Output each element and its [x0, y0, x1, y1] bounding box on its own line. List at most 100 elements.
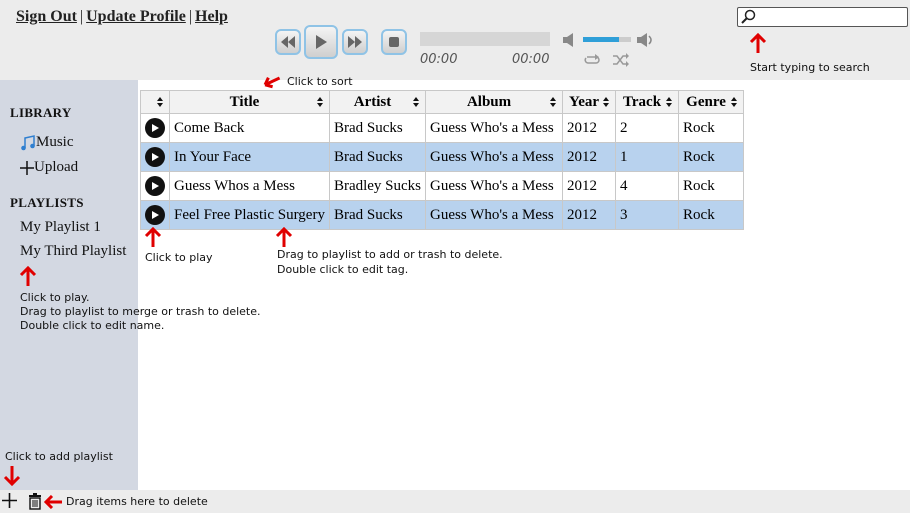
cell-year: 2012	[562, 142, 617, 172]
cell-track: 4	[615, 171, 680, 201]
seek-bar[interactable]	[420, 32, 550, 46]
sort-icon	[550, 97, 557, 107]
cell-track: 3	[615, 200, 680, 230]
play-circle-icon[interactable]	[145, 205, 165, 225]
volume-slider[interactable]	[583, 37, 631, 42]
sort-icon	[316, 97, 323, 107]
arrow-up-icon	[19, 265, 37, 286]
cell-year: 2012	[562, 200, 617, 230]
play-circle-icon[interactable]	[145, 118, 165, 138]
sort-icon	[157, 97, 163, 107]
search-hint: Start typing to search	[750, 61, 870, 74]
play-cell[interactable]	[140, 142, 170, 172]
drag-track-hint: Drag to playlist to add or trash to dele…	[277, 248, 503, 261]
plus-icon	[20, 160, 34, 175]
play-cell[interactable]	[140, 171, 170, 201]
playlist-item[interactable]: My Playlist 1	[20, 219, 101, 236]
cell-track: 2	[615, 113, 680, 143]
sort-icon	[666, 97, 673, 107]
column-header-album[interactable]: Album	[425, 90, 564, 114]
cell-genre: Rock	[678, 171, 745, 201]
cell-title: Guess Whos a Mess	[169, 171, 330, 201]
table-header-row: Title Artist Album Year Track Genre	[140, 90, 745, 114]
arrow-up-icon	[144, 226, 162, 247]
cell-album: Guess Who's a Mess	[425, 200, 564, 230]
column-header-title[interactable]: Title	[169, 90, 330, 114]
sidebar-item-label: Upload	[34, 159, 79, 175]
cell-title: Come Back	[169, 113, 330, 143]
track-table: Title Artist Album Year Track Genre Come…	[140, 90, 745, 230]
cell-genre: Rock	[678, 113, 745, 143]
add-playlist-hint: Click to add playlist	[5, 450, 113, 463]
play-icon	[316, 35, 327, 49]
sidebar-item-music[interactable]: Music	[20, 134, 74, 151]
music-note-icon	[21, 134, 35, 150]
add-playlist-icon[interactable]	[2, 493, 17, 508]
play-circle-icon[interactable]	[145, 176, 165, 196]
top-bar: Sign Out | Update Profile | Help 00:00 00:00…	[0, 0, 910, 80]
sidebar-item-label: Music	[36, 134, 74, 150]
table-row[interactable]: Feel Free Plastic Surgery Brad Sucks Gue…	[140, 200, 745, 230]
playlist-item[interactable]: My Third Playlist	[20, 243, 126, 260]
cell-album: Guess Who's a Mess	[425, 171, 564, 201]
playlist-hint: Double click to edit name.	[20, 319, 165, 332]
next-button[interactable]	[342, 29, 368, 55]
trash-icon[interactable]	[28, 493, 42, 510]
column-header-track[interactable]: Track	[615, 90, 680, 114]
playlists-heading: PLAYLISTS	[10, 195, 84, 210]
mute-icon[interactable]	[562, 33, 576, 47]
top-nav: Sign Out | Update Profile | Help	[16, 8, 228, 26]
play-button[interactable]	[304, 25, 338, 59]
magnifier-icon	[741, 9, 756, 24]
repeat-icon[interactable]	[583, 53, 601, 67]
search-box[interactable]	[737, 7, 908, 27]
sort-icon	[413, 97, 420, 107]
volume-max-icon[interactable]	[636, 33, 656, 47]
fast-forward-icon	[348, 36, 362, 48]
help-link[interactable]: Help	[195, 8, 228, 25]
cell-title: Feel Free Plastic Surgery	[169, 200, 330, 230]
table-row[interactable]: In Your Face Brad Sucks Guess Who's a Me…	[140, 142, 745, 172]
cell-year: 2012	[562, 113, 617, 143]
bottom-bar: Drag items here to delete	[0, 490, 910, 513]
cell-genre: Rock	[678, 142, 745, 172]
column-header-year[interactable]: Year	[562, 90, 617, 114]
cell-track: 1	[615, 142, 680, 172]
stop-icon	[389, 37, 399, 47]
table-row[interactable]: Come Back Brad Sucks Guess Who's a Mess …	[140, 113, 745, 143]
sidebar-item-upload[interactable]: Upload	[20, 159, 78, 176]
cell-year: 2012	[562, 171, 617, 201]
previous-button[interactable]	[275, 29, 301, 55]
cell-album: Guess Who's a Mess	[425, 142, 564, 172]
sort-hint: Click to sort	[287, 75, 353, 88]
duration-time: 00:00	[512, 52, 550, 67]
rewind-icon	[281, 36, 295, 48]
nav-separator: |	[188, 8, 193, 25]
cell-artist: Brad Sucks	[328, 200, 427, 230]
arrow-left-icon	[43, 495, 62, 509]
arrow-down-icon	[3, 466, 21, 487]
column-header-genre[interactable]: Genre	[678, 90, 745, 114]
search-input[interactable]	[756, 9, 908, 27]
elapsed-time: 00:00	[420, 52, 458, 67]
update-profile-link[interactable]: Update Profile	[86, 8, 186, 25]
column-header-artist[interactable]: Artist	[328, 90, 427, 114]
table-row[interactable]: Guess Whos a Mess Bradley Sucks Guess Wh…	[140, 171, 745, 201]
stop-button[interactable]	[381, 29, 407, 55]
play-cell[interactable]	[140, 113, 170, 143]
column-header-play[interactable]	[140, 90, 170, 114]
cell-genre: Rock	[678, 200, 745, 230]
nav-separator: |	[79, 8, 84, 25]
play-circle-icon[interactable]	[145, 147, 165, 167]
sort-icon	[731, 97, 738, 107]
cell-title: In Your Face	[169, 142, 330, 172]
sign-out-link[interactable]: Sign Out	[16, 8, 77, 25]
cell-artist: Brad Sucks	[328, 113, 427, 143]
shuffle-icon[interactable]	[612, 53, 630, 67]
cell-artist: Brad Sucks	[328, 142, 427, 172]
play-hint: Click to play	[145, 251, 213, 264]
trash-hint: Drag items here to delete	[66, 495, 208, 508]
drag-track-hint: Double click to edit tag.	[277, 263, 409, 276]
arrow-up-icon	[275, 226, 293, 247]
sort-icon	[603, 97, 610, 107]
